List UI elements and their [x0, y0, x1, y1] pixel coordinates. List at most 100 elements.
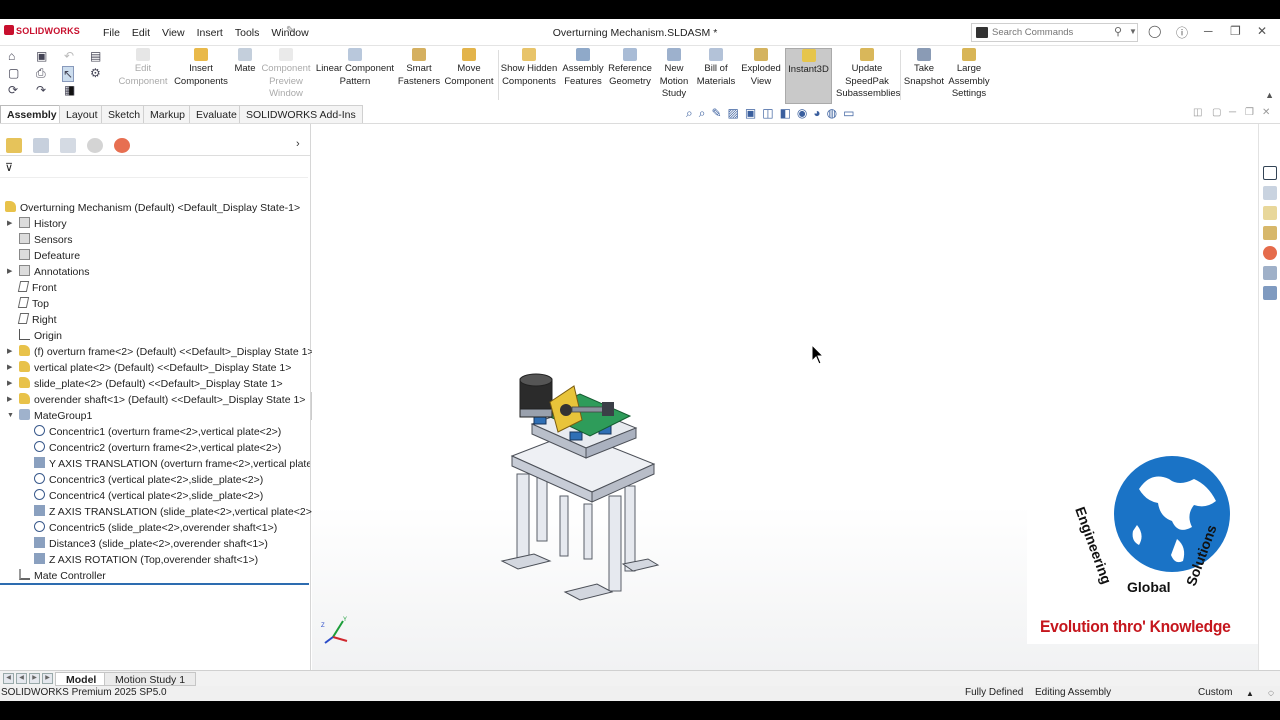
tree-item-front-plane[interactable]: Front — [17, 280, 57, 296]
take-snapshot-button[interactable]: Take Snapshot — [903, 48, 945, 104]
tree-item-right-plane[interactable]: Right — [17, 312, 57, 328]
exploded-view-button[interactable]: Exploded View — [740, 48, 782, 104]
forum-icon[interactable] — [1263, 286, 1277, 300]
user-icon[interactable]: ◯ — [1148, 24, 1161, 38]
solidworks-logo[interactable]: SOLIDWORKS — [4, 25, 80, 36]
linear-component-pattern-button[interactable]: Linear Component Pattern — [314, 48, 396, 104]
tree-item-slide-plate[interactable]: ▶ slide_plate<2> (Default) <<Default>_Dis… — [7, 376, 283, 392]
menu-insert[interactable]: Insert — [191, 27, 229, 39]
tree-item-sensors[interactable]: Sensors — [19, 232, 73, 248]
property-manager-tab-icon[interactable] — [33, 138, 49, 153]
mate-item[interactable]: Z AXIS TRANSLATION (slide_plate<2>,verti… — [34, 504, 315, 520]
undo-icon[interactable]: ↶ — [64, 49, 74, 63]
viewport-minimize-icon[interactable]: ─ — [1229, 107, 1236, 118]
insert-components-button[interactable]: Insert Components — [172, 48, 230, 104]
units-up-arrow-icon[interactable]: ▲ — [1246, 689, 1254, 698]
mate-item[interactable]: Concentric1 (overturn frame<2>,vertical … — [34, 424, 281, 440]
redo-icon[interactable]: ↷ — [36, 83, 46, 97]
graphics-area[interactable]: Engineering Global Solutions Evolution t… — [312, 124, 1259, 687]
help-icon[interactable]: ⓘ — [1176, 24, 1188, 41]
expand-arrow-icon[interactable]: ▶ — [7, 376, 12, 392]
status-units[interactable]: Custom — [1198, 687, 1232, 698]
appearances-icon[interactable] — [1263, 246, 1277, 260]
rebuild-icon[interactable]: ⟳ — [8, 83, 18, 97]
viewport-restore-small-icon[interactable]: ▢ — [1212, 107, 1221, 118]
view-settings-icon[interactable]: ▭ — [843, 106, 854, 121]
viewport-close-icon[interactable]: ✕ — [1262, 107, 1270, 118]
mate-item[interactable]: Y AXIS TRANSLATION (overturn frame<2>,ve… — [34, 456, 310, 472]
feature-manager-tab-icon[interactable] — [6, 138, 22, 153]
last-tab-icon[interactable]: ▶ — [42, 673, 53, 684]
move-component-button[interactable]: Move Component — [442, 48, 496, 104]
rollback-bar[interactable] — [0, 583, 309, 585]
first-tab-icon[interactable]: ◀ — [3, 673, 14, 684]
new-motion-study-button[interactable]: New Motion Study — [656, 48, 692, 104]
menu-edit[interactable]: Edit — [126, 27, 156, 39]
tab-evaluate[interactable]: Evaluate — [189, 105, 244, 123]
collapse-ribbon-icon[interactable]: ▲ — [1265, 90, 1274, 100]
search-commands[interactable]: ⚲ ▼ — [971, 23, 1138, 42]
save-icon[interactable]: ▣ — [36, 49, 47, 63]
resources-home-icon[interactable] — [1263, 166, 1277, 180]
scene-icon[interactable]: ◍ — [827, 106, 837, 121]
chevron-down-icon[interactable]: ▼ — [1129, 27, 1137, 36]
tab-model[interactable]: Model — [55, 672, 108, 686]
gear-icon[interactable]: ⚙ — [90, 66, 101, 80]
expand-arrow-icon[interactable]: ▶ — [7, 344, 12, 360]
search-input[interactable] — [992, 25, 1112, 40]
reference-geometry-button[interactable]: Reference Geometry — [606, 48, 654, 104]
zoom-area-icon[interactable]: ⌕ — [699, 106, 706, 121]
view-palette-icon[interactable] — [1263, 226, 1277, 240]
search-icon[interactable]: ⚲ — [1114, 25, 1122, 38]
filter-icon[interactable]: ⊽ — [5, 161, 13, 174]
configuration-manager-tab-icon[interactable] — [60, 138, 76, 153]
tab-sketch[interactable]: Sketch — [101, 105, 148, 123]
bill-of-materials-button[interactable]: Bill of Materials — [694, 48, 738, 104]
component-preview-window-button[interactable]: Component Preview Window — [260, 48, 312, 104]
print-icon[interactable]: ⎙ — [36, 66, 46, 81]
file-explorer-icon[interactable] — [1263, 206, 1277, 220]
mate-item[interactable]: Distance3 (slide_plate<2>,overender shaf… — [34, 536, 268, 552]
mate-item[interactable]: Concentric4 (vertical plate<2>,slide_pla… — [34, 488, 263, 504]
select-icon[interactable]: ↖ — [62, 66, 75, 82]
tree-root[interactable]: Overturning Mechanism (Default) <Default… — [5, 200, 300, 216]
minimize-icon[interactable]: ─ — [1204, 24, 1213, 38]
tree-item-overender-shaft[interactable]: ▶ overender shaft<1> (Default) <<Default>… — [7, 392, 305, 408]
mate-item[interactable]: Z AXIS ROTATION (Top,overender shaft<1>) — [34, 552, 258, 568]
pin-icon[interactable]: ✎ — [286, 25, 294, 36]
mate-item[interactable]: Concentric5 (slide_plate<2>,overender sh… — [34, 520, 277, 536]
show-hidden-components-button[interactable]: Show Hidden Components — [500, 48, 558, 104]
display-style-icon[interactable]: ◧ — [780, 106, 791, 121]
status-options-icon[interactable]: ◌ — [1268, 688, 1274, 699]
expand-arrow-icon[interactable]: ▶ — [7, 216, 12, 232]
next-tab-icon[interactable]: ▶ — [29, 673, 40, 684]
viewport-restore-icon[interactable]: ❐ — [1245, 107, 1254, 118]
mate-item[interactable]: Concentric3 (vertical plate<2>,slide_pla… — [34, 472, 263, 488]
tree-item-history[interactable]: ▶ History — [7, 216, 67, 232]
home-icon[interactable]: ⌂ — [8, 49, 15, 63]
zoom-to-fit-icon[interactable]: ⌕ — [686, 106, 693, 121]
menu-file[interactable]: File — [97, 27, 126, 39]
tree-item-top-plane[interactable]: Top — [17, 296, 49, 312]
edit-component-button[interactable]: Edit Component — [114, 48, 172, 104]
dimxpert-tab-icon[interactable] — [87, 138, 103, 153]
menu-tools[interactable]: Tools — [229, 27, 266, 39]
tree-filter[interactable]: ⊽ — [0, 158, 308, 178]
hide-show-icon[interactable]: ◉ — [797, 106, 807, 121]
assembly-features-button[interactable]: Assembly Features — [560, 48, 606, 104]
tab-addins[interactable]: SOLIDWORKS Add-Ins — [239, 105, 363, 123]
tab-motion-study-1[interactable]: Motion Study 1 — [104, 672, 197, 686]
view-orientation-icon[interactable]: ◫ — [762, 106, 773, 121]
tree-item-annotations[interactable]: ▶ Annotations — [7, 264, 89, 280]
menu-view[interactable]: View — [156, 27, 191, 39]
smart-fasteners-button[interactable]: Smart Fasteners — [396, 48, 442, 104]
previous-view-icon[interactable]: ✎ — [711, 106, 721, 121]
collapse-arrow-icon[interactable]: ▼ — [7, 408, 14, 424]
expand-arrow-icon[interactable]: ▶ — [7, 264, 12, 280]
tree-item-mategroup[interactable]: ▼ MateGroup1 — [7, 408, 92, 424]
tree-item-defeature[interactable]: Defeature — [19, 248, 80, 264]
tree-item-vertical-plate[interactable]: ▶ vertical plate<2> (Default) <<Default>_… — [7, 360, 291, 376]
instant3d-button[interactable]: Instant3D — [785, 48, 832, 104]
tree-item-overturn-frame[interactable]: ▶ (f) overturn frame<2> (Default) <<Defau… — [7, 344, 314, 360]
mate-button[interactable]: Mate — [230, 48, 260, 104]
